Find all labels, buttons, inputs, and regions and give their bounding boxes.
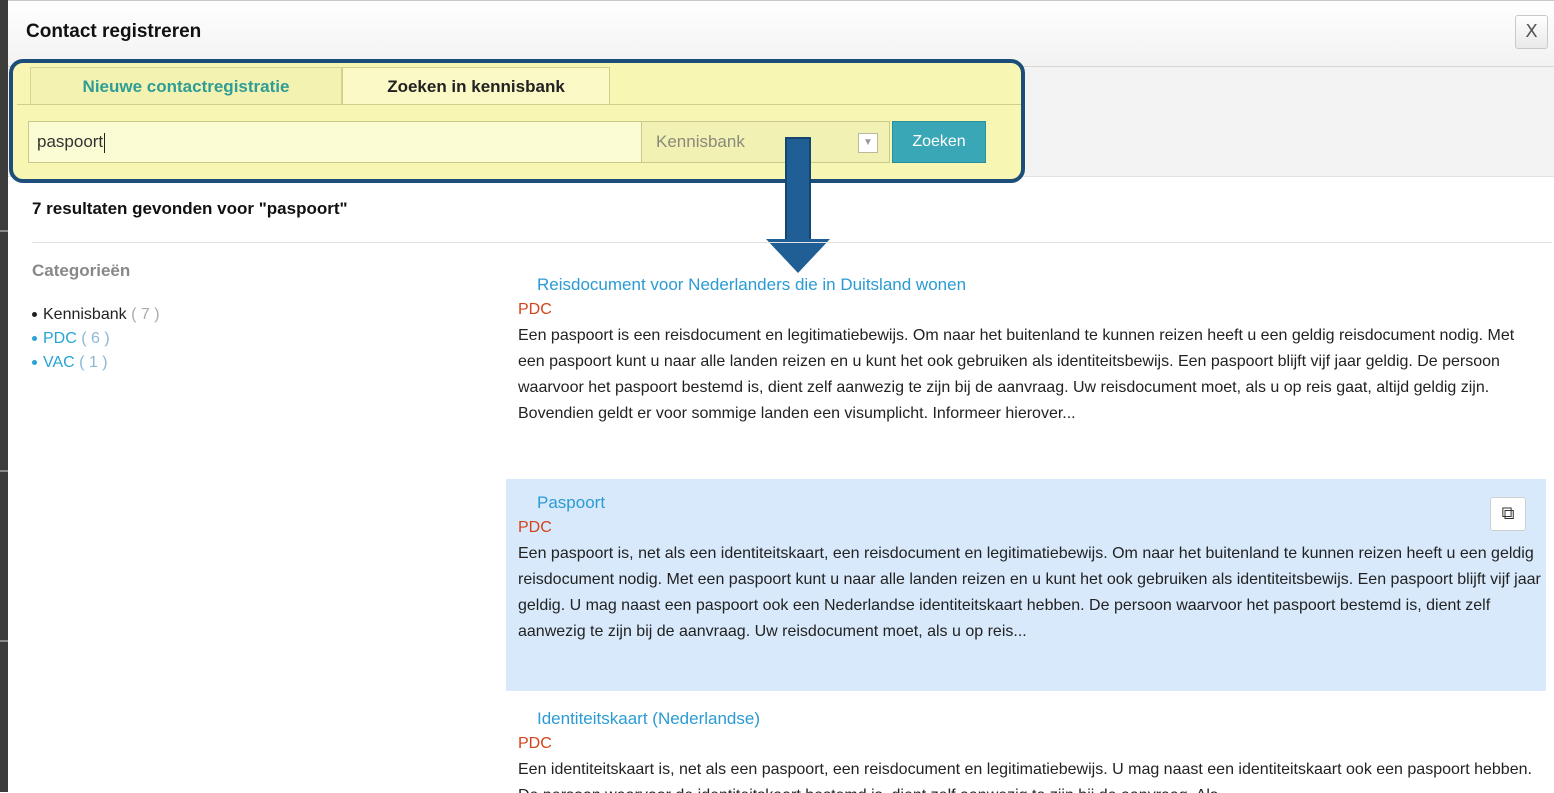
result-source: PDC (518, 519, 552, 536)
tab-new-contact-registration[interactable]: Nieuwe contactregistratie (30, 67, 342, 105)
category-label: Kennisbank (43, 306, 127, 323)
text-caret (104, 132, 106, 153)
category-item-kennisbank[interactable]: Kennisbank ( 7 ) (32, 303, 160, 327)
bullet-icon (32, 336, 37, 342)
search-input-value: paspoort (37, 132, 104, 151)
results-count-heading: 7 resultaten gevonden voor "paspoort" (32, 199, 348, 218)
category-count: ( 1 ) (79, 354, 108, 371)
search-input[interactable]: paspoort (28, 121, 642, 163)
category-item-pdc[interactable]: PDC ( 6 ) (32, 327, 160, 351)
search-result-item: Reisdocument voor Nederlanders die in Du… (506, 267, 1546, 467)
background-window-edge (0, 0, 8, 792)
tab-underline (17, 104, 1021, 105)
result-snippet: Een paspoort is, net als een identiteits… (518, 545, 1541, 640)
search-result-item-selected: Paspoort PDC Een paspoort is, net als ee… (506, 479, 1546, 691)
knowledge-base-select[interactable]: Kennisbank ▼ (642, 121, 890, 163)
dialog-title: Contact registreren (26, 21, 202, 42)
bullet-icon (32, 360, 37, 366)
category-label: VAC (43, 354, 75, 371)
result-title-link[interactable]: Identiteitskaart (Nederlandse) (537, 709, 760, 729)
category-label: PDC (43, 330, 77, 347)
copy-button[interactable]: ⧉ (1490, 497, 1526, 531)
divider (32, 242, 1552, 243)
result-title-link[interactable]: Reisdocument voor Nederlanders die in Du… (537, 275, 966, 295)
dialog-header: Contact registreren X (8, 1, 1554, 67)
category-list: Kennisbank ( 7 ) PDC ( 6 ) VAC ( 1 ) (32, 303, 160, 375)
close-button[interactable]: X (1515, 15, 1548, 49)
contact-register-dialog: Contact registreren X Nieuwe contactregi… (8, 0, 1554, 793)
result-source: PDC (518, 735, 552, 752)
search-result-item: Identiteitskaart (Nederlandse) PDC Een i… (506, 701, 1546, 793)
category-count: ( 7 ) (131, 306, 160, 323)
copy-icon: ⧉ (1501, 503, 1515, 524)
result-snippet: Een identiteitskaart is, net als een pas… (518, 761, 1532, 793)
categories-title: Categorieën (32, 261, 131, 280)
result-snippet: Een paspoort is een reisdocument en legi… (518, 327, 1515, 422)
bullet-icon (32, 312, 37, 318)
result-source: PDC (518, 301, 552, 318)
tab-search-knowledge-base[interactable]: Zoeken in kennisbank (342, 67, 610, 105)
result-title-link[interactable]: Paspoort (537, 493, 605, 513)
search-button[interactable]: Zoeken (892, 121, 986, 163)
chevron-down-icon[interactable]: ▼ (858, 133, 878, 153)
select-value: Kennisbank (656, 132, 745, 151)
category-item-vac[interactable]: VAC ( 1 ) (32, 351, 160, 375)
annotation-arrow-shaft (785, 137, 811, 241)
category-count: ( 6 ) (81, 330, 110, 347)
